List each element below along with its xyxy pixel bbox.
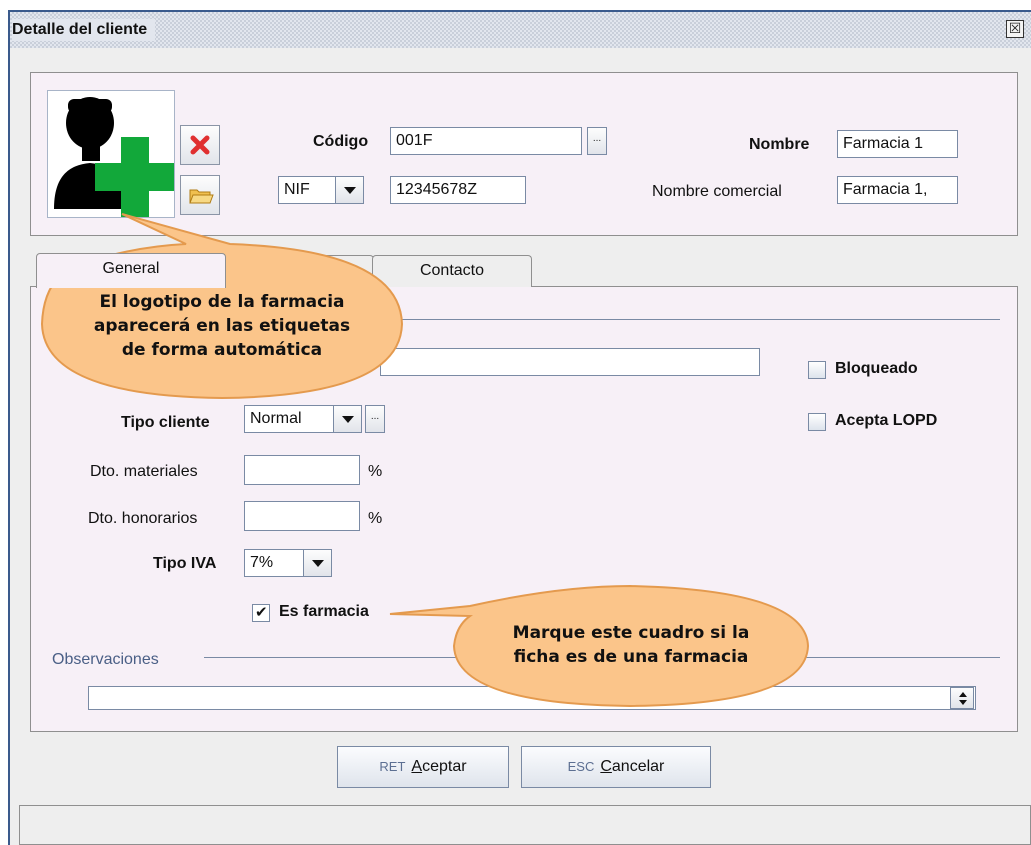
logo-callout-line-3: de forma automática [121, 340, 323, 360]
callout-balloons [40, 213, 810, 708]
farmacia-callout-line-2: ficha es de una farmacia [513, 647, 749, 667]
tab-general[interactable]: General [36, 253, 226, 288]
logo-callout: El logotipo de la farmacia aparecerá en … [52, 290, 392, 362]
logo-callout-line-2: aparecerá en las etiquetas [93, 316, 351, 336]
logo-callout-line-1: El logotipo de la farmacia [99, 292, 345, 312]
farmacia-callout: Marque este cuadro si la ficha es de una… [466, 621, 796, 669]
farmacia-callout-line-1: Marque este cuadro si la [512, 623, 750, 643]
